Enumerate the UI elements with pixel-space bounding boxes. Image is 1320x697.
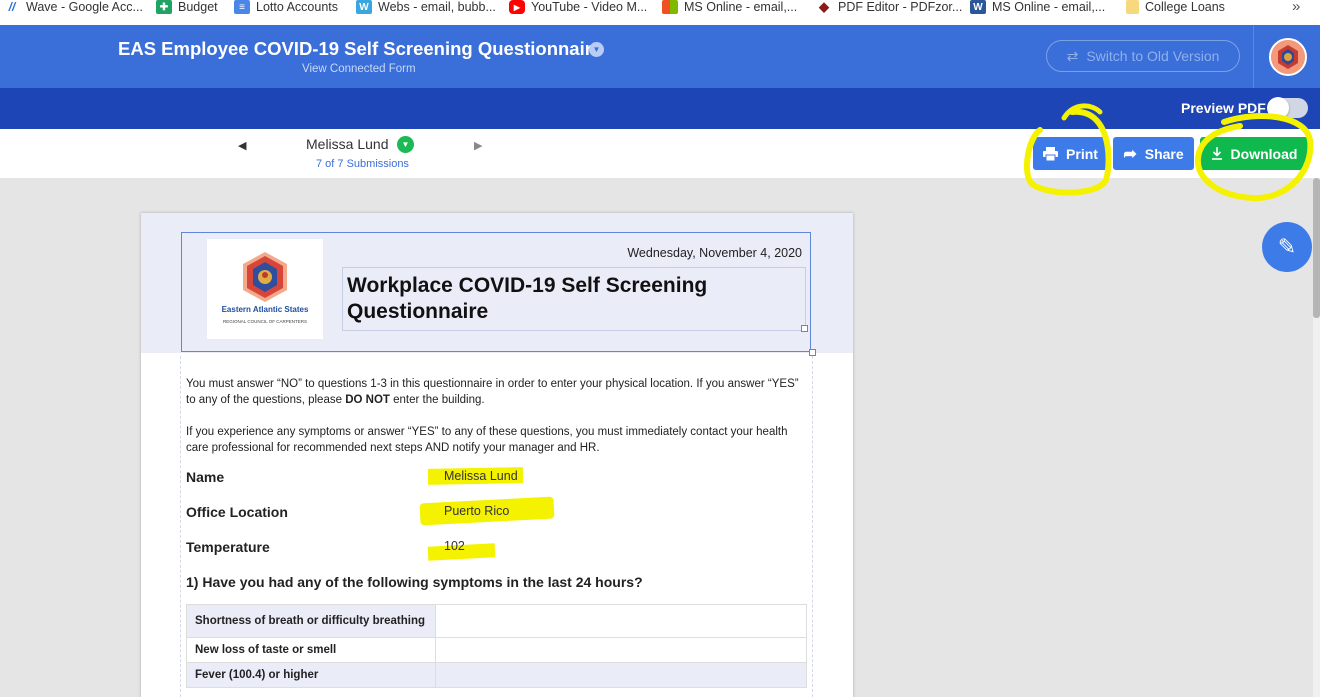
bookmark-ms-online-2[interactable]: W MS Online - email,... [970,0,1105,14]
symptom-label: Fever (100.4) or higher [186,662,436,688]
intro-paragraph-1: You must answer “NO” to questions 1-3 in… [186,378,799,406]
document-date: Wednesday, November 4, 2020 [627,246,802,260]
app-header: EAS Employee COVID-19 Self Screening Que… [0,25,1320,88]
microsoft-icon [662,0,678,14]
logo-emblem-icon [243,252,287,302]
submitter-name: Melissa Lund [306,136,389,152]
table-row: New loss of taste or smell [186,637,807,663]
bookmark-ms-online[interactable]: MS Online - email,... [662,0,797,14]
bookmark-label: MS Online - email,... [684,0,798,14]
bookmark-label: MS Online - email,... [992,0,1106,14]
user-avatar[interactable] [1269,38,1307,76]
sheets-icon: ✚ [156,0,172,14]
bookmark-lotto[interactable]: ≡ Lotto Accounts [234,0,338,14]
bookmark-pdf-editor[interactable]: ◆ PDF Editor - PDFzor... [816,0,962,14]
header-divider [1253,25,1254,88]
bookmark-youtube[interactable]: ▶ YouTube - Video M... [509,0,647,14]
bookmark-label: Lotto Accounts [256,0,339,14]
pdf-icon: ◆ [819,0,829,14]
switch-label: Switch to Old Version [1086,48,1220,64]
wave-icon: // [8,0,16,14]
edit-fab-button[interactable]: ✎ [1262,222,1312,272]
more-bookmarks-icon[interactable]: » [1292,0,1300,15]
field-label-name: Name [186,469,225,485]
word-icon: W [970,0,986,14]
resize-handle[interactable] [801,325,808,332]
symptom-label: New loss of taste or smell [186,637,436,663]
bookmark-label: YouTube - Video M... [531,0,648,14]
view-connected-form-link[interactable]: View Connected Form [302,63,416,75]
bookmarks-bar: // Wave - Google Acc... ✚ Budget ≡ Lotto… [0,0,1320,25]
resize-handle[interactable] [809,349,816,356]
paint-roller-icon: ✎ [1277,234,1297,259]
symptom-answer [435,662,807,688]
bookmark-college-loans[interactable]: College Loans [1126,0,1225,14]
question-1: 1) Have you had any of the following sym… [186,574,643,590]
logo-subname: REGIONAL COUNCIL OF CARPENTERS [223,319,307,324]
symptom-answer [435,604,807,638]
bookmark-label: Webs - email, bubb... [378,0,496,14]
bookmark-label: Budget [178,0,218,14]
table-row: Shortness of breath or difficulty breath… [186,604,807,638]
docs-icon: ≡ [234,0,250,14]
avatar-logo-icon [1271,40,1305,74]
webs-icon: W [356,0,372,14]
field-value-name: Melissa Lund [444,469,518,483]
symptom-label: Shortness of breath or difficulty breath… [186,604,436,638]
bookmark-label: Wave - Google Acc... [26,0,143,14]
title-dropdown-icon[interactable]: ▼ [589,42,604,57]
form-title: EAS Employee COVID-19 Self Screening Que… [118,38,603,59]
company-logo: Eastern Atlantic States REGIONAL COUNCIL… [207,239,323,339]
next-submission-icon[interactable]: ▶ [474,139,482,152]
logo-name: Eastern Atlantic States [221,305,309,314]
field-label-office-location: Office Location [186,504,288,520]
document-title-box[interactable]: Workplace COVID-19 Self Screening Questi… [342,267,806,331]
intro-paragraph-2: If you experience any symptoms or answer… [186,426,788,454]
folder-icon [1126,0,1139,14]
highlighter-annotations [1023,103,1314,202]
switch-old-version-button[interactable]: ⇄ Switch to Old Version [1046,40,1240,72]
bookmark-wave[interactable]: // Wave - Google Acc... [4,0,143,14]
bookmark-label: College Loans [1145,0,1225,14]
field-value-office-location: Puerto Rico [444,504,510,518]
submission-count: 7 of 7 Submissions [316,158,409,170]
bookmark-label: PDF Editor - PDFzor... [838,0,963,14]
document-title: Workplace COVID-19 Self Screening Questi… [347,274,708,323]
bookmark-webs[interactable]: W Webs - email, bubb... [356,0,496,14]
table-row: Fever (100.4) or higher [186,662,807,688]
switch-arrows-icon: ⇄ [1066,47,1079,64]
symptoms-table: Shortness of breath or difficulty breath… [186,604,807,688]
field-value-temperature: 102 [444,539,465,553]
youtube-icon: ▶ [509,0,525,14]
submitter-dropdown-icon[interactable]: ▼ [397,136,414,153]
symptom-answer [435,637,807,663]
page-scrollbar[interactable] [1313,178,1320,697]
bookmark-budget[interactable]: ✚ Budget [156,0,218,14]
previous-submission-icon[interactable]: ◀ [238,139,246,152]
field-label-temperature: Temperature [186,539,270,555]
